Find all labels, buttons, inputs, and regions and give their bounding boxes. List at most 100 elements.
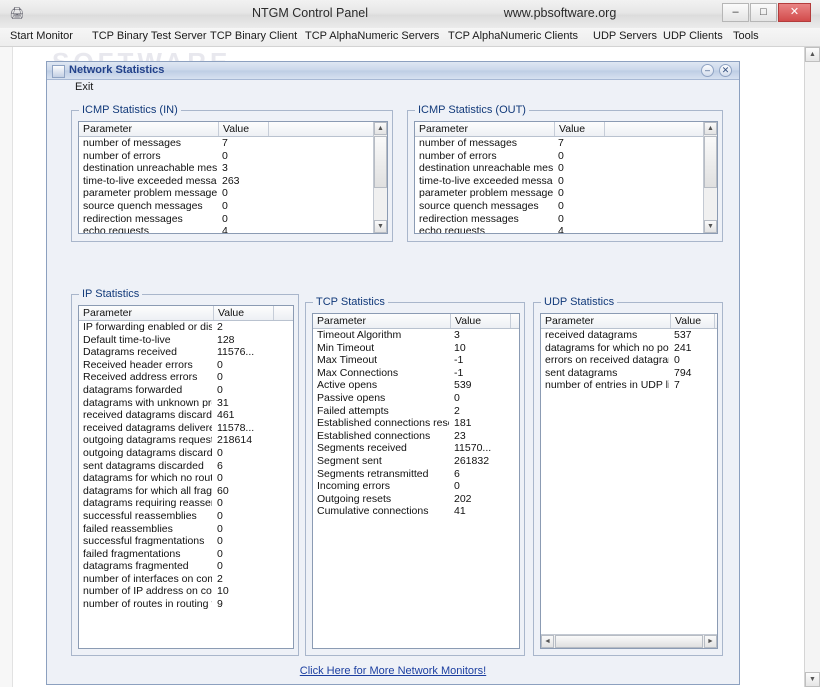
- table-row[interactable]: datagrams fragmented 0: [79, 560, 293, 573]
- scrollbar-thumb[interactable]: [374, 136, 387, 188]
- maximize-button[interactable]: □: [750, 3, 777, 22]
- table-row[interactable]: sent datagrams discarded 6: [79, 460, 293, 473]
- table-row[interactable]: Established connections reset 181: [313, 417, 519, 430]
- table-row[interactable]: received datagrams 537: [541, 329, 717, 342]
- table-row[interactable]: Outgoing resets 202: [313, 493, 519, 506]
- table-row[interactable]: successful reassemblies 0: [79, 510, 293, 523]
- minimize-button[interactable]: –: [722, 3, 749, 22]
- column-header-parameter[interactable]: Parameter: [79, 122, 219, 136]
- page-scrollbar[interactable]: ▲ ▼: [804, 47, 820, 687]
- table-row[interactable]: datagrams forwarded 0: [79, 384, 293, 397]
- menu-item-start-monitor[interactable]: Start Monitor: [10, 30, 73, 42]
- scroll-down-button[interactable]: ▼: [704, 220, 717, 233]
- menu-item-udp-clients[interactable]: UDP Clients: [663, 30, 723, 42]
- table-row[interactable]: Segments retransmitted 6: [313, 468, 519, 481]
- table-row[interactable]: parameter problem messages 0: [415, 187, 703, 200]
- table-row[interactable]: sent datagrams 794: [541, 367, 717, 380]
- table-row[interactable]: received datagrams delivered 11578...: [79, 422, 293, 435]
- scroll-down-button[interactable]: ▼: [374, 220, 387, 233]
- icmp-in-table[interactable]: Parameter Value number of messages 7 number …: [78, 121, 388, 234]
- column-header-parameter[interactable]: Parameter: [541, 314, 671, 328]
- child-minimize-button[interactable]: –: [701, 64, 714, 77]
- table-row[interactable]: received datagrams discarded 461: [79, 409, 293, 422]
- column-header-extra[interactable]: [269, 122, 375, 136]
- table-row[interactable]: echo requests 4: [415, 225, 703, 233]
- table-row[interactable]: outgoing datagrams requested 218614: [79, 434, 293, 447]
- table-row[interactable]: successful fragmentations 0: [79, 535, 293, 548]
- vertical-scrollbar[interactable]: ▲ ▼: [373, 122, 387, 233]
- column-header-value[interactable]: Value: [555, 122, 605, 136]
- column-header-value[interactable]: Value: [671, 314, 715, 328]
- menu-item-tcp-binary-client[interactable]: TCP Binary Client: [210, 30, 297, 42]
- scroll-left-button[interactable]: ◄: [541, 635, 554, 648]
- table-row[interactable]: number of IP address on com... 10: [79, 585, 293, 598]
- menu-item-tcp-alphanumeric-servers[interactable]: TCP AlphaNumeric Servers: [305, 30, 439, 42]
- table-row[interactable]: Min Timeout 10: [313, 342, 519, 355]
- scroll-up-button[interactable]: ▲: [704, 122, 717, 135]
- table-row[interactable]: outgoing datagrams discarded 0: [79, 447, 293, 460]
- scrollbar-thumb[interactable]: [704, 136, 717, 188]
- horizontal-scrollbar[interactable]: ◄ ►: [541, 634, 717, 648]
- table-row[interactable]: Default time-to-live 128: [79, 334, 293, 347]
- column-header-value[interactable]: Value: [451, 314, 511, 328]
- table-row[interactable]: number of messages 7: [79, 137, 373, 150]
- table-row[interactable]: destination unreachable mes... 3: [79, 162, 373, 175]
- table-row[interactable]: Timeout Algorithm 3: [313, 329, 519, 342]
- scroll-up-button[interactable]: ▲: [374, 122, 387, 135]
- table-row[interactable]: Max Timeout -1: [313, 354, 519, 367]
- table-row[interactable]: number of errors 0: [79, 150, 373, 163]
- table-row[interactable]: time-to-live exceeded messa... 0: [415, 175, 703, 188]
- table-row[interactable]: failed reassemblies 0: [79, 523, 293, 536]
- table-row[interactable]: Incoming errors 0: [313, 480, 519, 493]
- child-close-button[interactable]: ✕: [719, 64, 732, 77]
- table-row[interactable]: number of entries in UDP list... 7: [541, 379, 717, 392]
- close-button[interactable]: ✕: [778, 3, 811, 22]
- table-row[interactable]: Segment sent 261832: [313, 455, 519, 468]
- vertical-scrollbar[interactable]: ▲ ▼: [703, 122, 717, 233]
- column-header-value[interactable]: Value: [214, 306, 274, 320]
- page-scroll-up-button[interactable]: ▲: [805, 47, 820, 62]
- table-row[interactable]: Passive opens 0: [313, 392, 519, 405]
- table-row[interactable]: datagrams with unknown pro... 31: [79, 397, 293, 410]
- table-row[interactable]: Failed attempts 2: [313, 405, 519, 418]
- table-row[interactable]: datagrams for which no route 0: [79, 472, 293, 485]
- table-row[interactable]: Segments received 11570...: [313, 442, 519, 455]
- table-row[interactable]: redirection messages 0: [79, 213, 373, 226]
- menu-item-tools[interactable]: Tools: [733, 30, 759, 42]
- table-row[interactable]: source quench messages 0: [415, 200, 703, 213]
- column-header-parameter[interactable]: Parameter: [313, 314, 451, 328]
- column-header-extra[interactable]: [605, 122, 705, 136]
- more-network-monitors-link[interactable]: Click Here for More Network Monitors!: [47, 665, 739, 677]
- table-row[interactable]: Cumulative connections 41: [313, 505, 519, 518]
- table-row[interactable]: source quench messages 0: [79, 200, 373, 213]
- table-row[interactable]: IP forwarding enabled or disa... 2: [79, 321, 293, 334]
- table-row[interactable]: datagrams requiring reassembly 0: [79, 497, 293, 510]
- table-row[interactable]: time-to-live exceeded messa... 263: [79, 175, 373, 188]
- icmp-out-table[interactable]: Parameter Value number of messages 7 number …: [414, 121, 718, 234]
- table-row[interactable]: parameter problem messages 0: [79, 187, 373, 200]
- table-row[interactable]: number of messages 7: [415, 137, 703, 150]
- table-row[interactable]: Active opens 539: [313, 379, 519, 392]
- table-row[interactable]: errors on received datagrams 0: [541, 354, 717, 367]
- tcp-table[interactable]: Parameter Value Timeout Algorithm 3 Min Time…: [312, 313, 520, 649]
- column-header-parameter[interactable]: Parameter: [415, 122, 555, 136]
- table-row[interactable]: number of errors 0: [415, 150, 703, 163]
- menu-item-udp-servers[interactable]: UDP Servers: [593, 30, 657, 42]
- hscrollbar-thumb[interactable]: [555, 635, 703, 648]
- scroll-right-button[interactable]: ►: [704, 635, 717, 648]
- table-row[interactable]: destination unreachable mes... 0: [415, 162, 703, 175]
- table-row[interactable]: Established connections 23: [313, 430, 519, 443]
- menu-exit[interactable]: Exit: [75, 81, 93, 93]
- table-row[interactable]: Datagrams received 11576...: [79, 346, 293, 359]
- column-header-parameter[interactable]: Parameter: [79, 306, 214, 320]
- table-row[interactable]: number of interfaces on com... 2: [79, 573, 293, 586]
- table-row[interactable]: redirection messages 0: [415, 213, 703, 226]
- table-row[interactable]: Max Connections -1: [313, 367, 519, 380]
- table-row[interactable]: number of routes in routing ta... 9: [79, 598, 293, 611]
- udp-table[interactable]: Parameter Value received datagrams 537 datag…: [540, 313, 718, 649]
- table-row[interactable]: Received address errors 0: [79, 371, 293, 384]
- table-row[interactable]: failed fragmentations 0: [79, 548, 293, 561]
- menu-item-tcp-alphanumeric-clients[interactable]: TCP AlphaNumeric Clients: [448, 30, 578, 42]
- table-row[interactable]: datagrams for which no port 241: [541, 342, 717, 355]
- column-header-value[interactable]: Value: [219, 122, 269, 136]
